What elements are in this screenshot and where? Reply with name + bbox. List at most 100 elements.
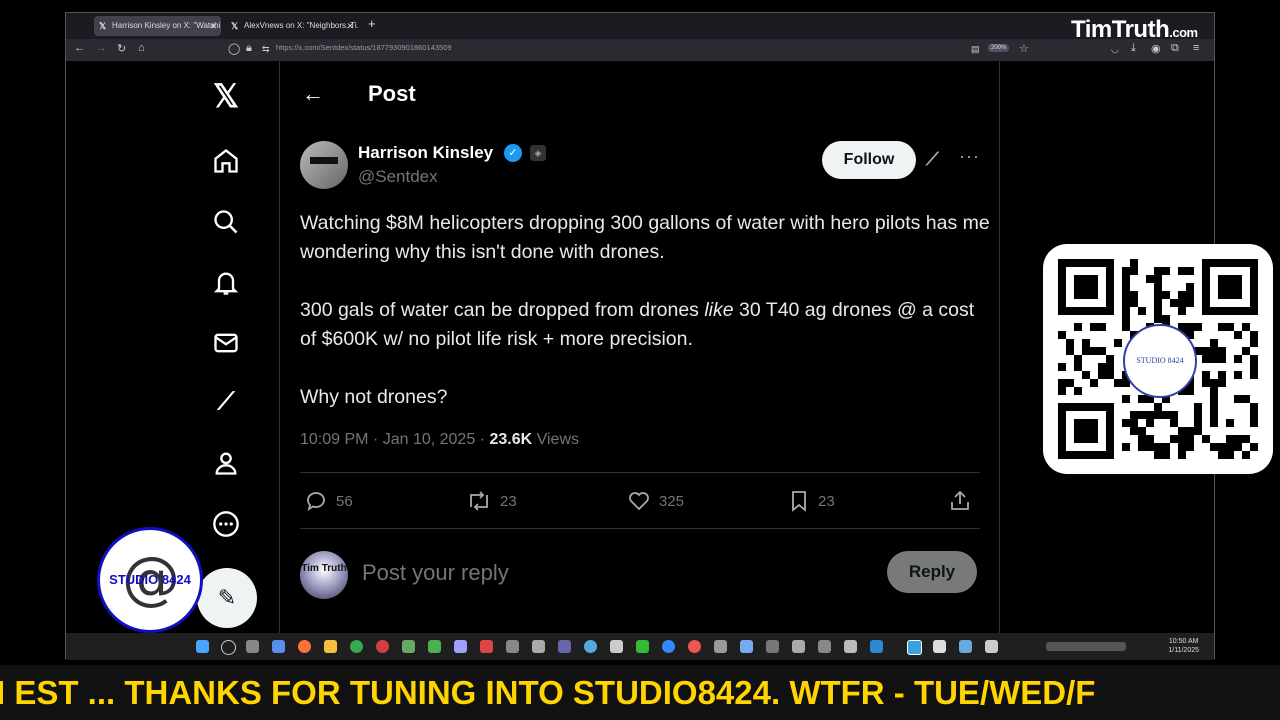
app-icon[interactable] (506, 640, 519, 653)
settings-icon[interactable] (532, 640, 545, 653)
app-icon[interactable] (688, 640, 701, 653)
menu-icon[interactable]: ≡ (1193, 42, 1199, 54)
messages-envelope-icon[interactable] (211, 328, 241, 358)
author-name[interactable]: Harrison Kinsley (358, 143, 493, 163)
reply-count: 56 (336, 492, 353, 510)
repost-action[interactable]: 23 (466, 489, 517, 513)
close-icon[interactable]: ✕ (209, 16, 217, 36)
app-icon[interactable] (766, 640, 779, 653)
vscode-icon[interactable] (870, 640, 883, 653)
reply-button[interactable]: Reply (887, 551, 977, 593)
app-icon[interactable] (454, 640, 467, 653)
studio-logo-text: STUDIO 8424 (109, 572, 191, 587)
divider (300, 528, 980, 529)
app-icon[interactable] (959, 640, 972, 653)
comment-icon (307, 492, 325, 511)
address-bar[interactable]: https://x.com/Sentdex/status/18779309018… (276, 43, 452, 52)
profile-icon[interactable] (211, 448, 241, 478)
permissions-icon[interactable]: ⇆ (262, 44, 270, 55)
share-action[interactable] (948, 489, 972, 513)
app-icon[interactable] (818, 640, 831, 653)
lock-icon[interactable]: 🔒︎ (246, 42, 252, 55)
notepad-icon[interactable] (907, 640, 922, 655)
close-icon[interactable]: ✕ (346, 16, 354, 36)
shield-icon[interactable]: ◯ (228, 42, 240, 55)
reader-icon[interactable]: ▤ (971, 44, 980, 55)
zoom-indicator[interactable]: 200% (988, 44, 1010, 52)
new-tab-icon[interactable]: + (368, 16, 376, 31)
notifications-bell-icon[interactable] (211, 268, 241, 298)
post-meta: 10:09 PM · Jan 10, 2025 · 23.6K Views (300, 431, 579, 449)
reply-input[interactable] (360, 559, 652, 587)
app-icon[interactable] (610, 640, 623, 653)
news-ticker: I EST ... THANKS FOR TUNING INTO STUDIO8… (0, 665, 1280, 720)
pocket-icon[interactable]: ◡ (1111, 44, 1119, 55)
app-icon[interactable] (636, 640, 649, 653)
post-text: Watching $8M helicopters dropping 300 ga… (300, 209, 990, 441)
x-logo-icon[interactable]: 𝕏 (211, 78, 241, 114)
account-icon[interactable]: ◉ (1151, 42, 1161, 55)
back-icon[interactable]: ← (74, 42, 85, 54)
app-icon[interactable] (376, 640, 389, 653)
task-view-icon[interactable] (246, 640, 259, 653)
bookmark-action[interactable]: 23 (788, 489, 835, 513)
like-action[interactable]: 325 (627, 489, 684, 513)
copilot-icon[interactable] (272, 640, 285, 653)
grok-explain-icon[interactable]: ⟋ (926, 149, 939, 170)
post-paragraph: 300 gals of water can be dropped from dr… (300, 299, 975, 350)
download-icon[interactable]: ⤓ (1131, 42, 1136, 55)
search-icon[interactable] (221, 640, 236, 655)
forward-icon[interactable]: → (96, 42, 107, 54)
browser-tab-bar: 𝕏 Harrison Kinsley on X: "Watchi... ✕ 𝕏 … (66, 13, 1214, 43)
app-icon[interactable] (933, 640, 946, 653)
app-icon[interactable] (558, 640, 571, 653)
firefox-icon[interactable] (298, 640, 311, 653)
app-icon[interactable] (844, 640, 857, 653)
more-options-icon[interactable]: ··· (959, 146, 980, 167)
taskbar-clock[interactable]: 10:50 AM 1/11/2025 (1168, 637, 1199, 655)
app-icon[interactable] (584, 640, 597, 653)
extensions-icon[interactable]: ⧉ (1171, 42, 1179, 55)
app-icon[interactable] (985, 640, 998, 653)
tab-alexvnews[interactable]: 𝕏 AlexVnews on X: "Neighbors. Ti... ✕ (226, 16, 358, 36)
like-count: 325 (659, 492, 685, 510)
app-icon[interactable] (480, 640, 493, 653)
app-icon[interactable] (402, 640, 415, 653)
home-icon[interactable] (211, 146, 241, 176)
bookmark-star-icon[interactable]: ☆ (1019, 42, 1029, 55)
start-icon[interactable] (196, 640, 209, 653)
affiliation-badge-icon[interactable]: ◈ (530, 145, 546, 161)
reply-action[interactable]: 56 (304, 489, 353, 513)
divider (300, 472, 980, 473)
app-icon[interactable] (792, 640, 805, 653)
search-icon[interactable] (211, 207, 241, 237)
app-icon[interactable] (662, 640, 675, 653)
current-user-avatar[interactable]: Tim Truth (300, 551, 348, 599)
views-label: Views (532, 431, 579, 448)
x-favicon-icon: 𝕏 (99, 21, 107, 31)
grok-icon[interactable]: ⟋ (211, 387, 241, 417)
author-handle[interactable]: @Sentdex (358, 167, 438, 187)
ticker-text: I EST ... THANKS FOR TUNING INTO STUDIO8… (0, 674, 1096, 711)
chrome-icon[interactable] (350, 640, 363, 653)
more-circle-icon[interactable] (211, 509, 241, 539)
app-icon[interactable] (714, 640, 727, 653)
share-icon (951, 490, 969, 510)
browser-nav-bar: ← → ↻ ⌂ ◯ 🔒︎ ⇆ https://x.com/Sentdex/sta… (66, 39, 1214, 61)
follow-button[interactable]: Follow (822, 141, 916, 179)
heart-icon (629, 492, 649, 511)
post-timestamp[interactable]: 10:09 PM · Jan 10, 2025 · (300, 431, 489, 448)
author-avatar[interactable] (300, 141, 348, 189)
post-detail-column: ← Post Harrison Kinsley ✓ ◈ @Sentdex Fol… (279, 61, 1000, 633)
repost-count: 23 (500, 492, 517, 510)
app-icon[interactable] (428, 640, 441, 653)
bookmark-icon (792, 491, 806, 512)
system-tray[interactable] (1046, 642, 1126, 651)
app-icon[interactable] (740, 640, 753, 653)
tab-harrison[interactable]: 𝕏 Harrison Kinsley on X: "Watchi... ✕ (94, 16, 221, 36)
compose-post-button[interactable]: ✎ (197, 568, 257, 628)
reload-icon[interactable]: ↻ (117, 42, 126, 55)
file-explorer-icon[interactable] (324, 640, 337, 653)
back-arrow-icon[interactable]: ← (302, 81, 324, 107)
home-icon[interactable]: ⌂ (138, 42, 145, 54)
